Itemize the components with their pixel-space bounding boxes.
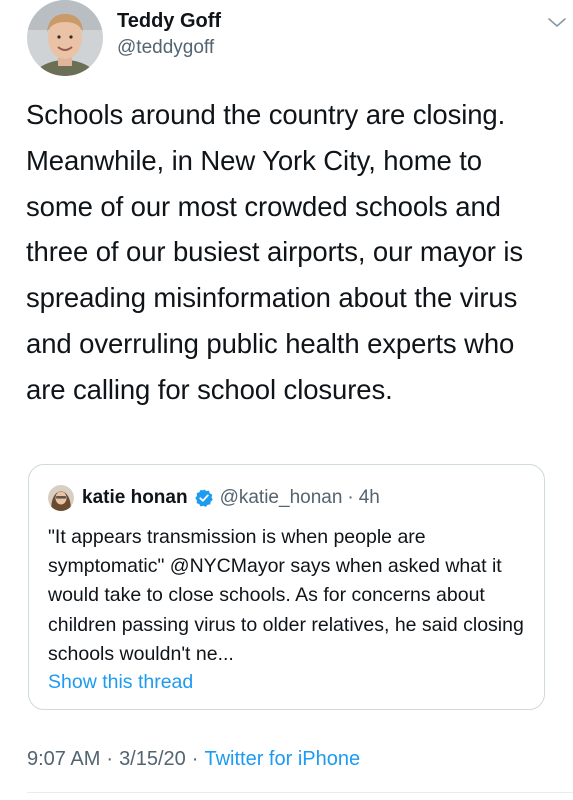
quoted-author-name: katie honan [82, 487, 188, 508]
meta-separator: · [106, 748, 114, 770]
tweet-source-link[interactable]: Twitter for iPhone [204, 748, 360, 771]
tweet-metadata: 9:07 AM · 3/15/20 · Twitter for iPhone [27, 748, 360, 771]
quoted-author-handle: @katie_honan [219, 487, 343, 508]
divider [27, 792, 573, 793]
tweet-time: 9:07 AM [27, 748, 101, 770]
verified-badge-icon [194, 489, 213, 507]
meta-separator-2: · [191, 748, 199, 770]
quoted-tweet-card[interactable]: katie honan @katie_honan · 4h "It appear… [28, 464, 545, 710]
profile-photo-icon [48, 485, 74, 511]
author-names: Teddy Goff @teddygoff [117, 8, 221, 61]
quoted-tweet-header: katie honan @katie_honan · 4h [48, 485, 380, 511]
author-display-name[interactable]: Teddy Goff [117, 8, 221, 34]
quoted-author-avatar [48, 485, 74, 511]
quoted-tweet-text: "It appears transmission is when people … [48, 526, 524, 665]
tweet-header: Teddy Goff @teddygoff [27, 0, 566, 80]
chevron-down-icon[interactable] [545, 10, 569, 34]
tweet-date: 3/15/20 [119, 748, 186, 770]
show-thread-link[interactable]: Show this thread [48, 671, 193, 694]
profile-photo-icon [27, 0, 103, 76]
quoted-separator: · [347, 487, 354, 508]
quoted-timestamp: 4h [358, 487, 380, 508]
tweet-body-text: Schools around the country are closing. … [26, 99, 524, 405]
author-avatar[interactable] [27, 0, 103, 76]
author-handle[interactable]: @teddygoff [117, 35, 221, 61]
